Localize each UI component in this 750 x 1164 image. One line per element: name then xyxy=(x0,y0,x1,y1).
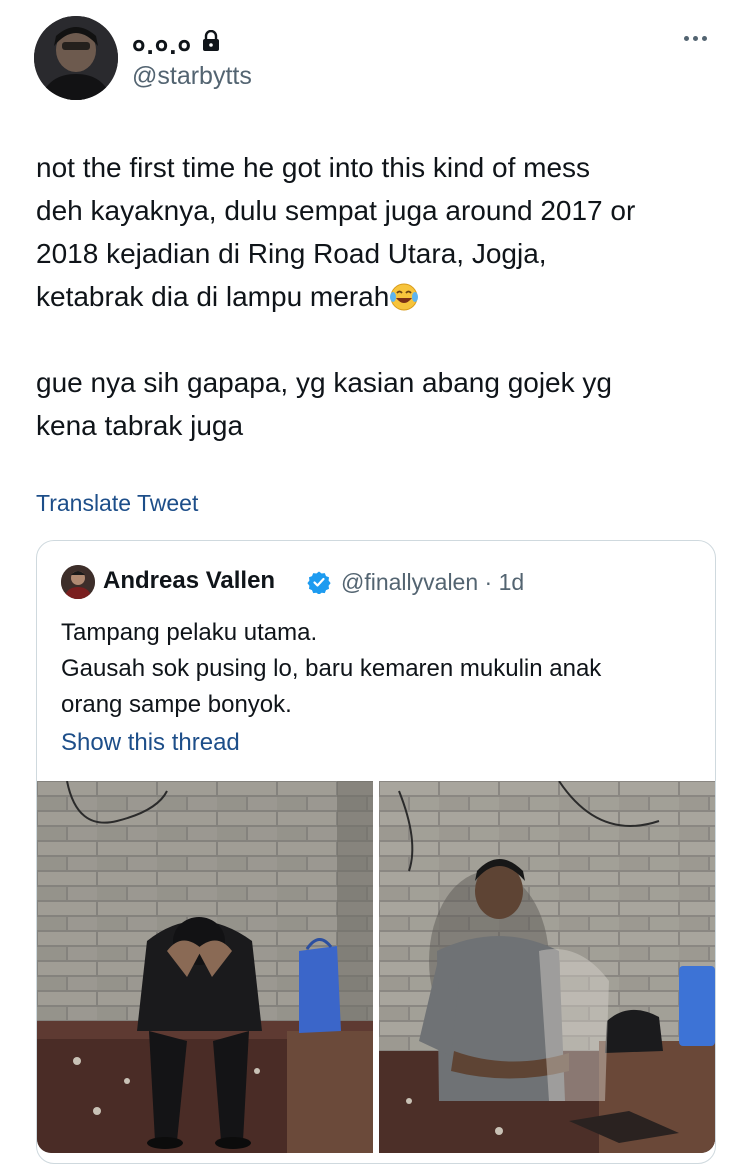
quoted-author-avatar xyxy=(61,565,95,599)
more-horizontal-icon[interactable] xyxy=(684,28,714,48)
photo-man-seated[interactable] xyxy=(379,781,715,1153)
author-handle[interactable]: @starbytts xyxy=(132,62,252,91)
quoted-handle-and-time: @finallyvalen · 1d xyxy=(341,569,525,595)
quoted-author-name: Andreas Vallen xyxy=(103,567,276,594)
show-thread-link[interactable]: Show this thread xyxy=(61,729,240,757)
photo-man-head-in-hands[interactable] xyxy=(37,781,373,1153)
translate-tweet-link[interactable]: Translate Tweet xyxy=(36,490,198,517)
quoted-tweet-card[interactable]: Andreas Vallen @finallyvalen · 1d Tampan… xyxy=(36,540,716,1164)
tweet-paragraph-1: not the first time he got into this kind… xyxy=(36,152,636,312)
author-display-name[interactable]: ०.०.० xyxy=(132,26,192,62)
author-avatar[interactable] xyxy=(34,16,118,100)
verified-badge-icon xyxy=(307,570,331,595)
face-with-tears-of-joy-icon xyxy=(389,281,419,311)
tweet-paragraph-2: gue nya sih gapapa, yg kasian abang goje… xyxy=(36,367,612,441)
lock-icon xyxy=(202,29,220,52)
quoted-tweet-text: Tampang pelaku utama. Gausah sok pusing … xyxy=(61,619,602,718)
tweet-text: not the first time he got into this kind… xyxy=(36,146,726,447)
